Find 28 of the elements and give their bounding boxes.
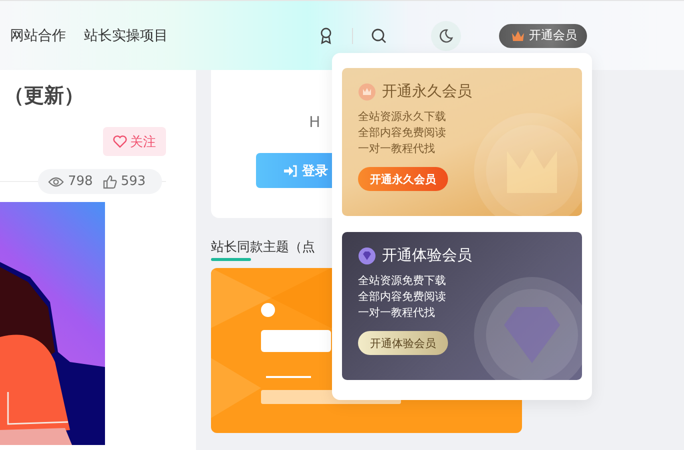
section-title: 站长同款主题（点: [211, 239, 315, 256]
crown-icon: [358, 82, 376, 100]
membership-button[interactable]: 开通体验会员: [358, 331, 448, 355]
perk-text: 全部内容免费阅读: [358, 289, 447, 305]
post-title: （更新）: [4, 82, 85, 109]
perk-text: 全站资源免费下载: [358, 273, 447, 289]
nav-link[interactable]: 站长实操项目: [84, 26, 168, 44]
membership-button[interactable]: 开通永久会员: [358, 167, 448, 191]
search-icon[interactable]: [371, 28, 387, 44]
dark-mode-button[interactable]: [431, 20, 461, 50]
sign-in-icon: [284, 164, 297, 176]
view-count: 798: [68, 174, 93, 189]
vip-button[interactable]: 开通会员: [499, 24, 587, 48]
perk-text: 全站资源永久下载: [358, 109, 447, 125]
like-count: 593: [120, 174, 146, 189]
login-prompt: H: [309, 113, 320, 131]
eye-icon: [48, 176, 64, 188]
thumbs-up-icon: [102, 174, 117, 188]
perk-text: 全部内容免费阅读: [358, 125, 447, 141]
award-icon[interactable]: [318, 26, 334, 44]
moon-icon: [438, 28, 454, 44]
heart-icon: [113, 135, 127, 148]
membership-title: 开通体验会员: [382, 246, 472, 265]
nav-link[interactable]: 网站合作: [10, 26, 66, 44]
crown-icon: [511, 30, 525, 42]
follow-button[interactable]: 关注: [103, 127, 166, 156]
perk-text: 一对一教程代找: [358, 305, 436, 321]
membership-title: 开通永久会员: [382, 82, 472, 101]
